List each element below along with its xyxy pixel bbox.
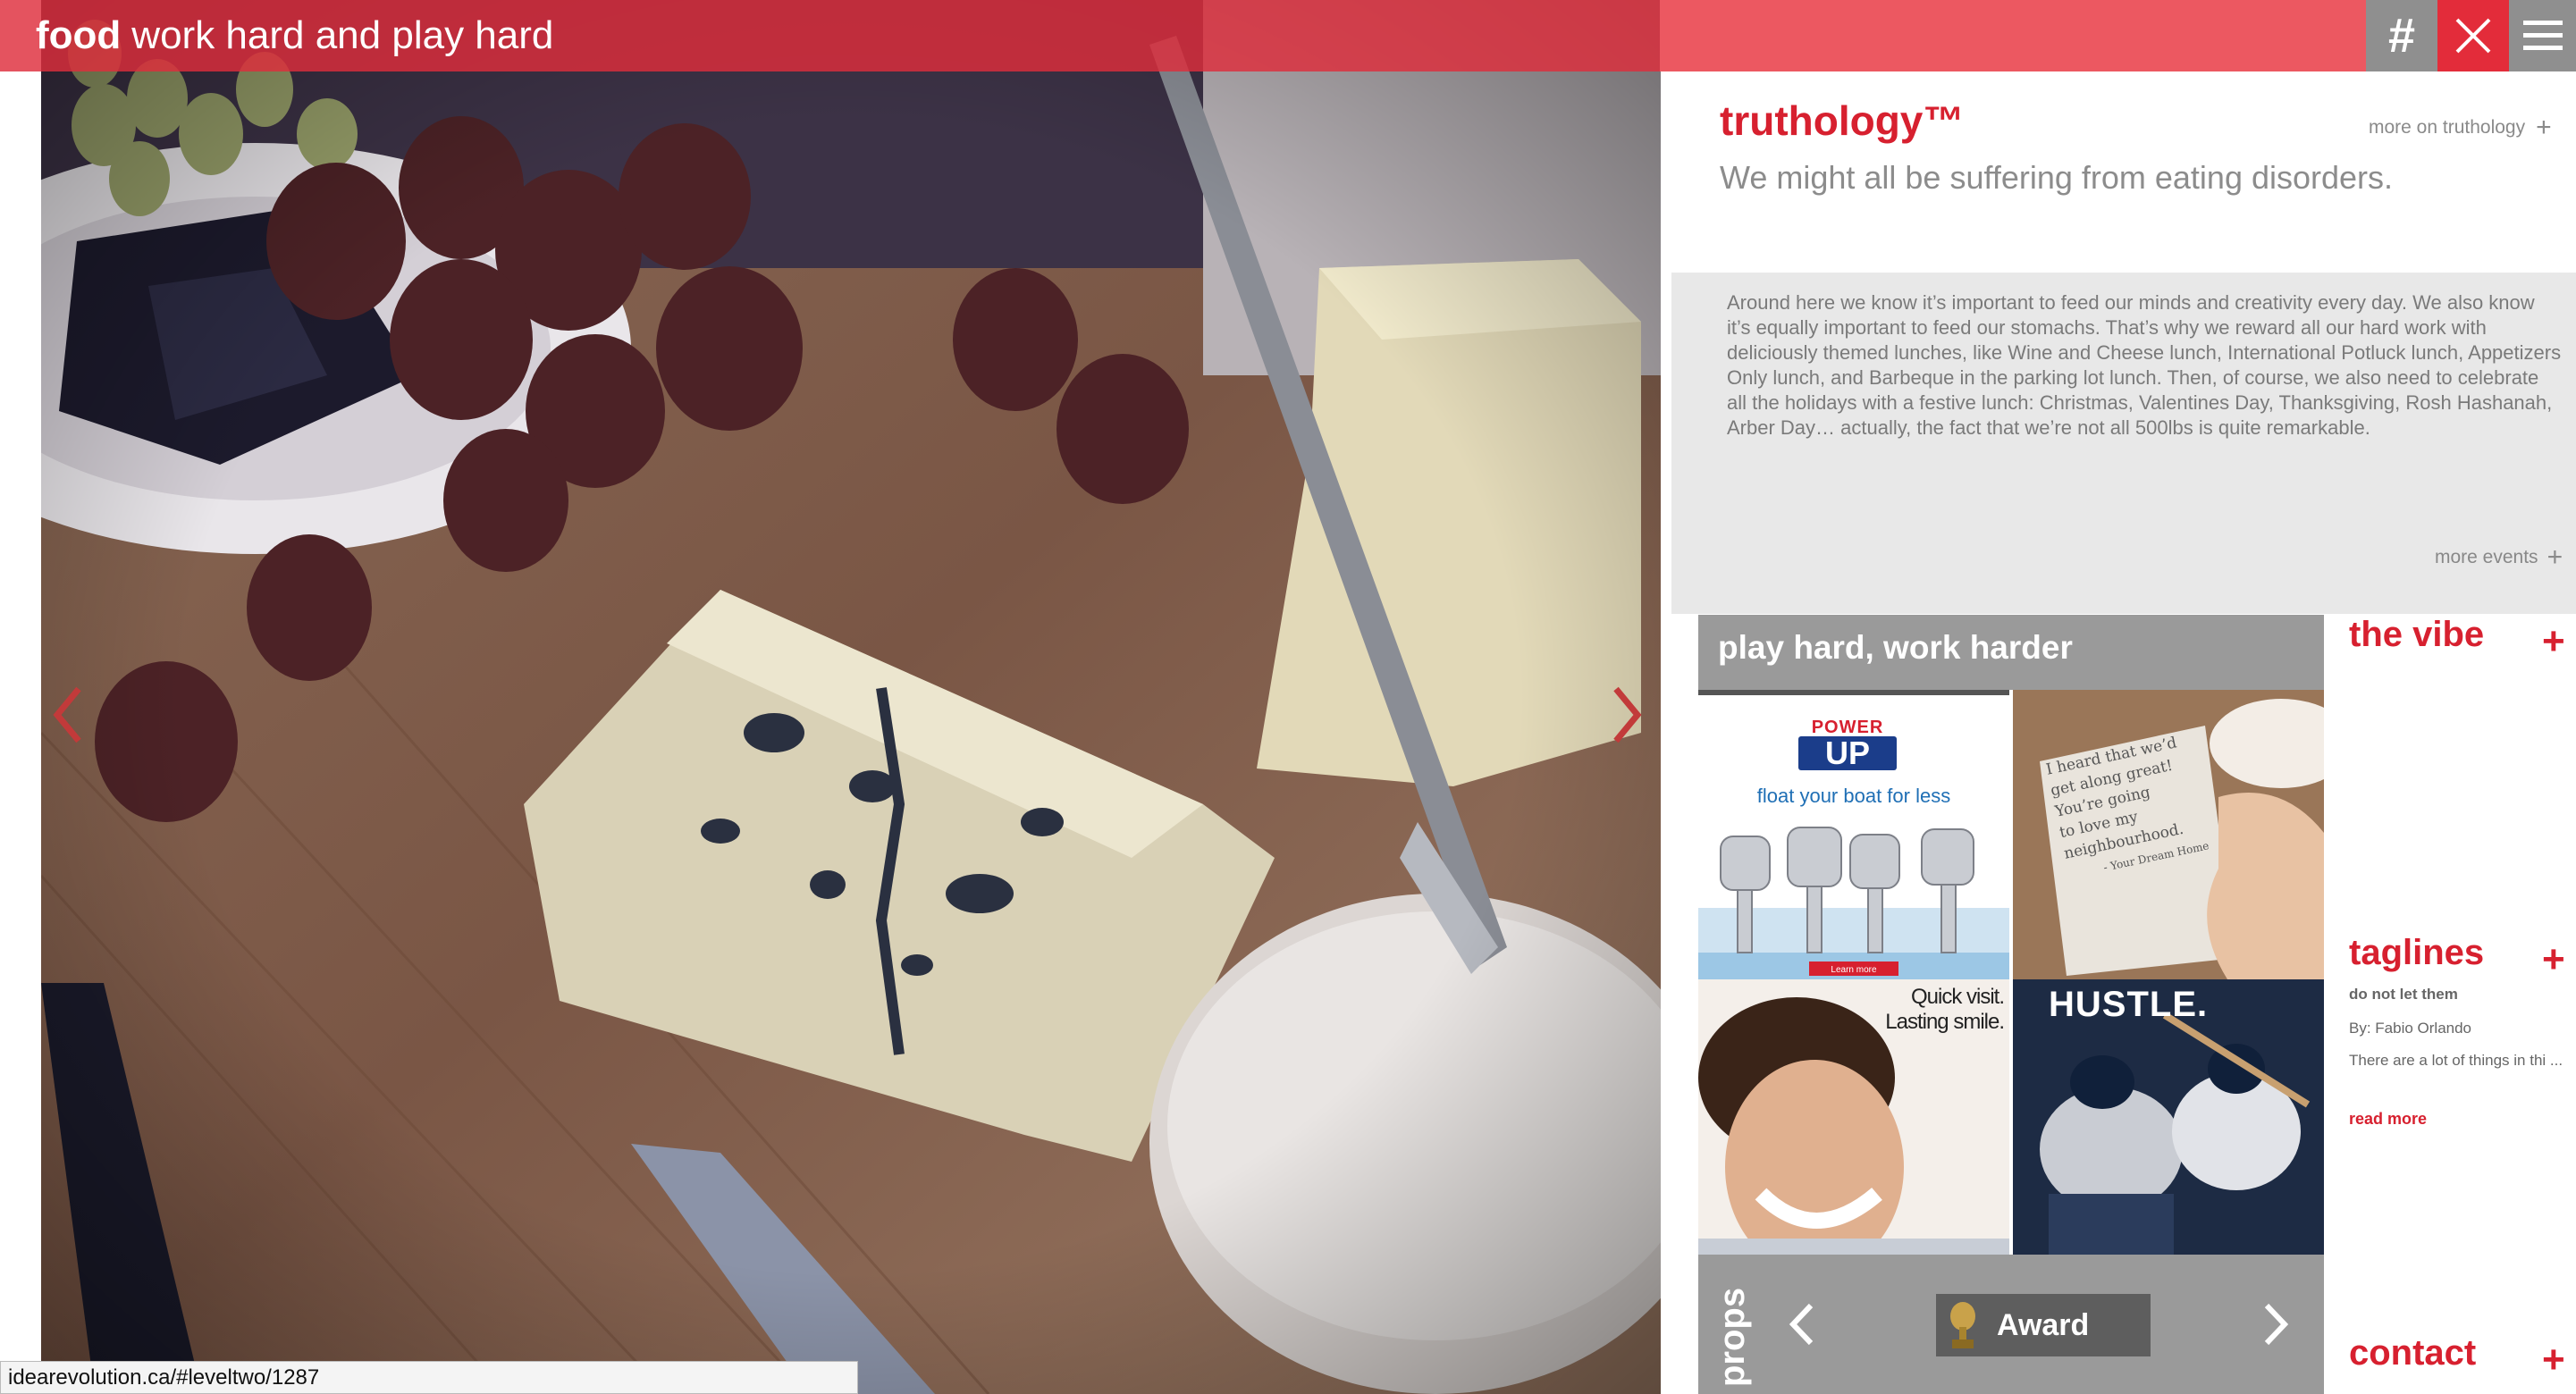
powerup-logo-main: UP — [1798, 736, 1897, 770]
smile-tagline: Quick visit. Lasting smile. — [1885, 985, 2005, 1035]
props-next-arrow[interactable] — [2254, 1297, 2299, 1351]
portfolio-tile-note[interactable]: I heard that we’d get along great! You’r… — [2013, 690, 2324, 979]
portfolio-tile-smile[interactable]: Quick visit. Lasting smile. — [1698, 979, 2009, 1255]
status-bar-url: idearevolution.ca/#leveltwo/1287 — [0, 1361, 858, 1394]
hash-icon: # — [2387, 9, 2416, 63]
tagline-author: By: Fabio Orlando — [2349, 1020, 2472, 1037]
award-label: Award — [1997, 1307, 2090, 1342]
award-button[interactable]: Award — [1936, 1294, 2151, 1356]
powerup-logo: POWER UP — [1798, 718, 1897, 770]
chevron-left-icon — [53, 686, 81, 743]
props-bar: props Award — [1698, 1255, 2324, 1394]
the-vibe-link[interactable]: the vibe — [2349, 615, 2484, 655]
props-label: props — [1713, 1287, 1752, 1387]
powerup-tagline: float your boat for less — [1756, 785, 1951, 807]
close-button[interactable] — [2437, 0, 2509, 71]
section-tagline: work hard and play hard — [131, 13, 554, 57]
taglines-plus-icon[interactable]: + — [2542, 940, 2565, 979]
smile-line-1: Quick visit. — [1910, 985, 2005, 1009]
powerup-logo-top: POWER — [1811, 718, 1884, 737]
portfolio-tile-powerup[interactable]: POWER UP float your boat for less Learn … — [1698, 695, 2009, 979]
menu-button[interactable] — [2509, 0, 2576, 71]
hero-prev-arrow[interactable] — [41, 679, 95, 751]
more-events-link[interactable]: more events + — [2435, 542, 2563, 573]
chevron-right-icon — [1613, 686, 1642, 743]
page: food work hard and play hard # truthology… — [0, 0, 2576, 1394]
top-bar: food work hard and play hard — [0, 0, 1660, 71]
portfolio-tile-hustle[interactable]: HUSTLE. — [2013, 979, 2324, 1255]
chevron-right-icon — [2264, 1303, 2289, 1346]
close-icon — [2455, 18, 2491, 54]
outboard-motors-image: Learn more — [1698, 827, 2009, 979]
powerup-cta: Learn more — [1831, 965, 1877, 975]
smile-line-2: Lasting smile. — [1885, 1010, 2005, 1034]
plus-icon: + — [2536, 113, 2552, 142]
tagline-excerpt: There are a lot of things in thi ... — [2349, 1052, 2563, 1069]
vibe-plus-icon[interactable]: + — [2542, 622, 2565, 661]
hash-button[interactable]: # — [2366, 0, 2437, 71]
cheese-platter-photo — [41, 0, 1661, 1394]
chevron-left-icon — [1789, 1303, 1814, 1346]
plus-icon: + — [2547, 542, 2563, 572]
hamburger-menu-icon — [2522, 21, 2563, 50]
read-more-link[interactable]: read more — [2349, 1110, 2427, 1129]
tagline-title: do not let them — [2349, 986, 2458, 1003]
props-prev-arrow[interactable] — [1779, 1297, 1823, 1351]
contact-plus-icon[interactable]: + — [2542, 1340, 2565, 1380]
more-events-label: more events — [2435, 547, 2538, 567]
page-title: food work hard and play hard — [36, 11, 553, 61]
events-text: Around here we know it’s important to fe… — [1727, 291, 2562, 439]
play-hard-heading: play hard, work harder — [1698, 615, 2324, 690]
events-panel: Around here we know it’s important to fe… — [1671, 273, 2576, 614]
truthology-subtitle: We might all be suffering from eating di… — [1720, 159, 2394, 196]
top-bar-right — [1660, 0, 2366, 71]
more-truthology-label: more on truthology — [2369, 117, 2526, 138]
more-truthology-link[interactable]: more on truthology + — [2369, 113, 2552, 143]
hero-photo — [41, 0, 1661, 1394]
truthology-title: truthology™ — [1720, 97, 1965, 144]
hustle-headline: HUSTLE. — [2049, 985, 2209, 1024]
section-name: food — [36, 13, 122, 57]
contact-link[interactable]: contact — [2349, 1333, 2476, 1373]
hero-next-arrow[interactable] — [1600, 679, 1654, 751]
taglines-link[interactable]: taglines — [2349, 933, 2484, 973]
trophy-icon — [1950, 1302, 1975, 1348]
